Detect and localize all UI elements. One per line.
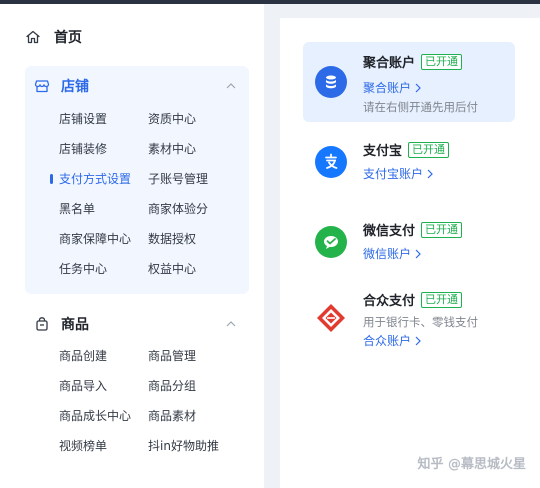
active-indicator: [50, 174, 53, 184]
sidebar: 首页 店铺 店铺设置 资质中心 店铺装修 素材中心 支付方式设置 子账号管理 黑…: [0, 4, 264, 488]
sidebar-item-label: 首页: [54, 30, 82, 46]
sidebar-item-store-decoration[interactable]: 店铺装修: [59, 139, 107, 159]
sidebar-item-guarantee-center[interactable]: 商家保障中心: [59, 229, 131, 249]
payment-methods-panel: 聚合账户 已开通 聚合账户 请在右侧开通先用后付 支付宝 已开通 支付宝账户 微…: [280, 18, 540, 488]
home-icon: [24, 28, 42, 46]
sidebar-item-qualification[interactable]: 资质中心: [148, 109, 196, 129]
payment-card-aggregate[interactable]: 聚合账户 已开通 聚合账户 请在右侧开通先用后付: [303, 42, 515, 122]
sidebar-item-goods-growth[interactable]: 商品成长中心: [59, 406, 131, 426]
payment-name: 聚合账户: [363, 56, 416, 71]
sidebar-group-store-header[interactable]: 店铺: [25, 66, 249, 106]
sidebar-item-subaccount[interactable]: 子账号管理: [148, 169, 208, 189]
status-badge: 已开通: [421, 221, 463, 238]
link-label: 微信账户: [363, 247, 412, 261]
link-label: 聚合账户: [363, 81, 412, 95]
sidebar-item-video-ranking[interactable]: 视频榜单: [59, 436, 107, 456]
link-label: 支付宝账户: [363, 167, 424, 181]
payment-card-hezhong[interactable]: 合众支付 已开通 用于银行卡、零钱支付 合众账户: [303, 280, 515, 356]
sidebar-item-goods-group[interactable]: 商品分组: [148, 376, 196, 396]
sidebar-group-goods: 商品 商品创建 商品管理 商品导入 商品分组 商品成长中心 商品素材 视频榜单 …: [25, 304, 249, 484]
sidebar-item-goods-material[interactable]: 商品素材: [148, 406, 196, 426]
sidebar-item-rights-center[interactable]: 权益中心: [148, 259, 196, 279]
sidebar-item-douin-boost[interactable]: 抖in好物助推: [148, 436, 219, 456]
sidebar-group-title: 商品: [61, 317, 89, 333]
sidebar-item-payment-settings[interactable]: 支付方式设置: [50, 169, 132, 189]
aggregate-account-link[interactable]: 聚合账户: [363, 79, 421, 96]
chevron-right-icon: [415, 83, 421, 93]
wechat-account-link[interactable]: 微信账户: [363, 245, 421, 262]
payment-card-alipay[interactable]: 支付宝 已开通 支付宝账户: [303, 130, 515, 194]
sidebar-item-goods-create[interactable]: 商品创建: [59, 346, 107, 366]
sidebar-group-title: 店铺: [61, 79, 89, 95]
sidebar-item-material-center[interactable]: 素材中心: [148, 139, 196, 159]
sidebar-item-goods-manage[interactable]: 商品管理: [148, 346, 196, 366]
payment-name: 合众支付: [363, 294, 416, 309]
chevron-up-icon[interactable]: [225, 80, 237, 92]
database-icon: [315, 66, 347, 98]
chevron-up-icon[interactable]: [225, 318, 237, 330]
sidebar-item-blacklist[interactable]: 黑名单: [59, 199, 95, 219]
payment-card-title: 支付宝 已开通: [363, 140, 450, 159]
link-label: 合众账户: [363, 334, 412, 348]
wechat-pay-icon: [315, 226, 347, 258]
chevron-right-icon: [415, 249, 421, 259]
sidebar-item-goods-import[interactable]: 商品导入: [59, 376, 107, 396]
store-icon: [33, 77, 51, 95]
payment-name: 支付宝: [363, 144, 403, 159]
status-badge: 已开通: [421, 53, 463, 70]
sidebar-group-store: 店铺 店铺设置 资质中心 店铺装修 素材中心 支付方式设置 子账号管理 黑名单 …: [25, 66, 249, 294]
sidebar-item-data-auth[interactable]: 数据授权: [148, 229, 196, 249]
sidebar-item-experience-score[interactable]: 商家体验分: [148, 199, 208, 219]
bag-icon: [33, 315, 51, 333]
chevron-right-icon: [427, 169, 433, 179]
payment-card-title: 聚合账户 已开通: [363, 52, 463, 71]
payment-name: 微信支付: [363, 224, 416, 239]
payment-card-title: 合众支付 已开通: [363, 290, 463, 309]
status-badge: 已开通: [408, 141, 450, 158]
sidebar-item-task-center[interactable]: 任务中心: [59, 259, 107, 279]
sidebar-item-store-settings[interactable]: 店铺设置: [59, 109, 107, 129]
payment-description: 用于银行卡、零钱支付: [363, 315, 478, 329]
hezhong-pay-icon: [315, 302, 347, 334]
payment-card-title: 微信支付 已开通: [363, 220, 463, 239]
payment-description: 请在右侧开通先用后付: [363, 100, 478, 114]
chevron-right-icon: [415, 336, 421, 346]
payment-card-wechat[interactable]: 微信支付 已开通 微信账户: [303, 210, 515, 274]
alipay-icon: [315, 146, 347, 178]
sidebar-item-home[interactable]: 首页: [24, 22, 244, 52]
watermark: 知乎 @幕思城火星: [417, 457, 526, 472]
sidebar-group-goods-header[interactable]: 商品: [25, 304, 249, 344]
hezhong-account-link[interactable]: 合众账户: [363, 332, 421, 349]
alipay-account-link[interactable]: 支付宝账户: [363, 165, 433, 182]
sidebar-item-label: 支付方式设置: [59, 172, 132, 186]
status-badge: 已开通: [421, 291, 463, 308]
